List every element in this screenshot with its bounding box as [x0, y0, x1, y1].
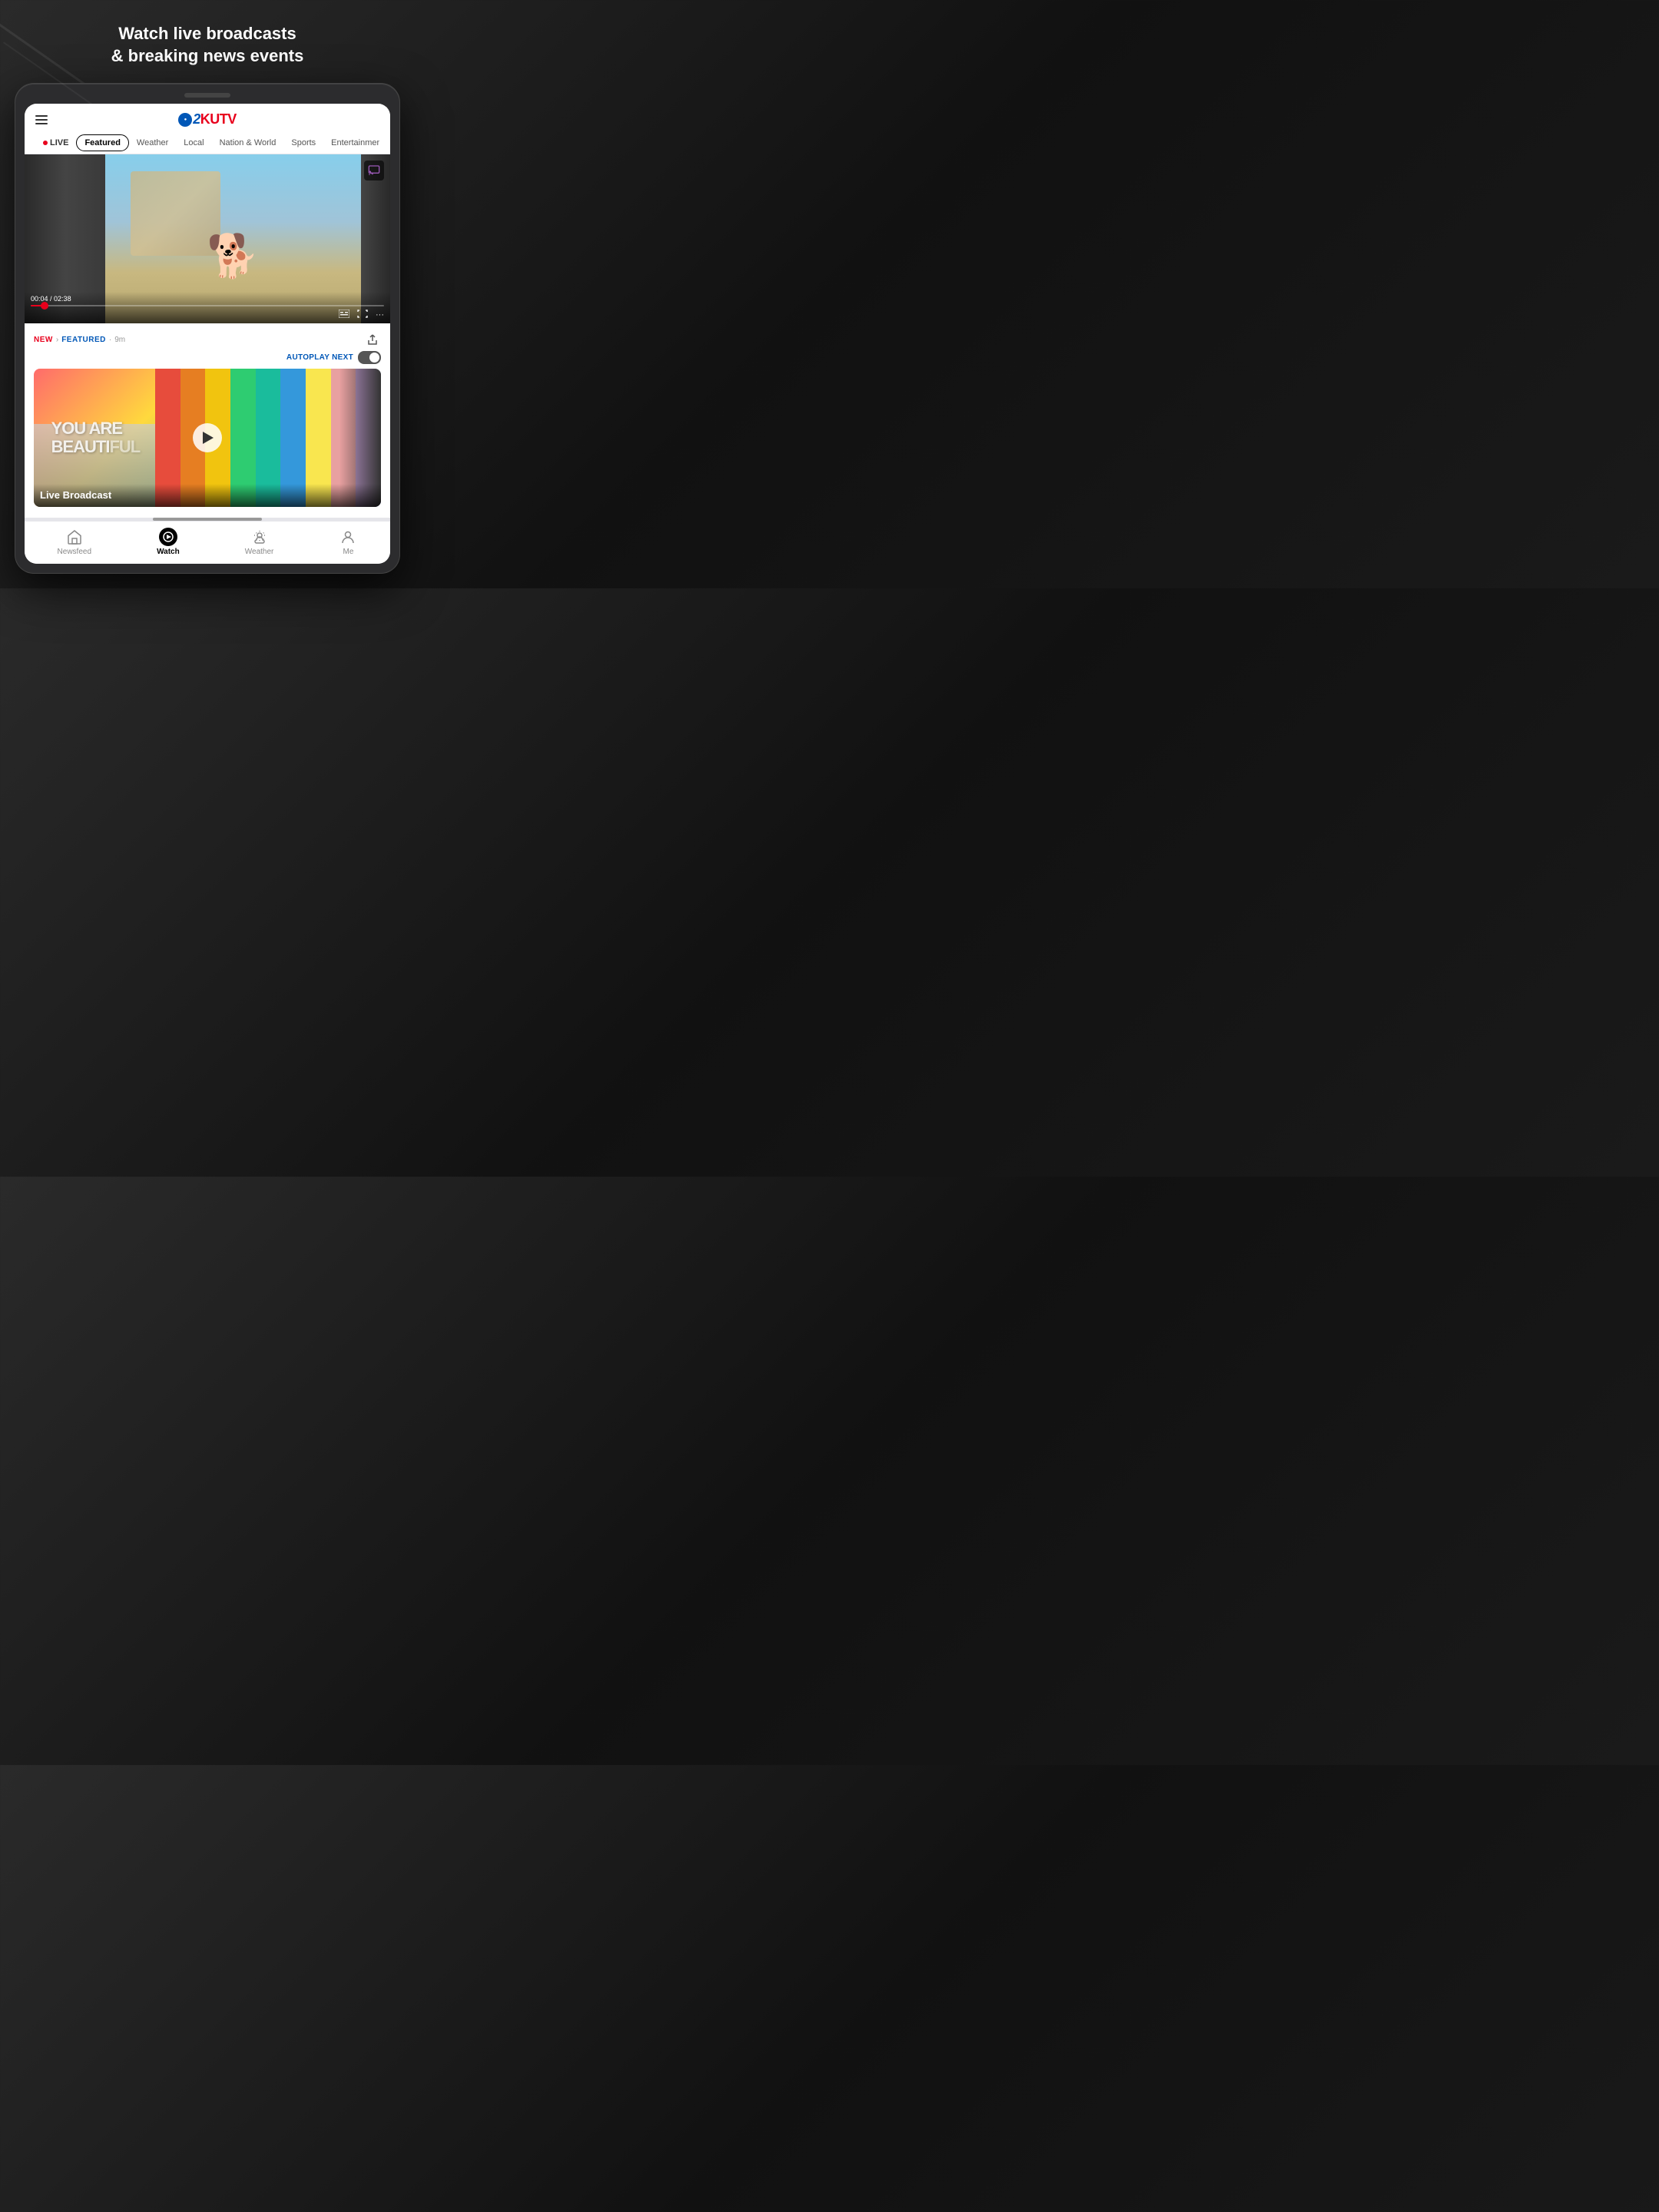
nav-tabs: LIVE Featured Weather Local Nation & Wor…	[35, 134, 379, 154]
tab-local[interactable]: Local	[176, 134, 211, 154]
tag-new: NEW	[34, 336, 53, 344]
autoplay-label: AUTOPLAY NEXT	[286, 353, 353, 362]
content-area: NEW › FEATURED · 9m AUTOPLAY NEXT	[25, 323, 390, 518]
article-time: 9m	[114, 336, 125, 344]
tablet-frame: 2 KUTV LIVE Featured Weather Local	[15, 84, 399, 573]
tab-live[interactable]: LIVE	[35, 134, 76, 154]
share-button[interactable]	[364, 331, 381, 348]
tablet-notch	[184, 93, 230, 98]
mural-text: YOU AREBEAUTIFUL	[51, 419, 141, 456]
nav-item-me[interactable]: Me	[328, 528, 368, 556]
autoplay-toggle[interactable]	[358, 351, 381, 364]
dog-silhouette: 🐕	[207, 231, 259, 281]
nav-item-watch[interactable]: Watch	[146, 528, 190, 556]
video-time: 00:04 / 02:38	[31, 295, 384, 303]
me-icon	[339, 528, 357, 546]
live-dot	[43, 141, 48, 145]
play-icon	[203, 432, 214, 444]
app-logo: 2 KUTV	[178, 111, 237, 127]
nav-item-newsfeed[interactable]: Newsfeed	[47, 528, 102, 556]
bottom-nav: Newsfeed Watch	[25, 521, 390, 564]
tag-separator: ·	[109, 336, 111, 344]
nav-label-weather: Weather	[245, 548, 274, 556]
cast-icon	[364, 161, 384, 180]
subtitles-button[interactable]	[339, 310, 349, 320]
home-icon	[65, 528, 84, 546]
logo-circle	[178, 113, 192, 127]
video-player[interactable]: 🐕 00:04 / 02:38	[25, 154, 390, 323]
watch-icon-circle	[159, 528, 177, 546]
watch-icon	[159, 528, 177, 546]
nav-label-watch: Watch	[157, 548, 180, 556]
logo-name: KUTV	[200, 111, 237, 127]
tab-weather[interactable]: Weather	[129, 134, 176, 154]
more-options-button[interactable]: ···	[376, 310, 384, 320]
app-header: 2 KUTV LIVE Featured Weather Local	[25, 104, 390, 154]
cast-button[interactable]	[364, 161, 384, 180]
hamburger-menu[interactable]	[35, 115, 48, 124]
video-controls: 00:04 / 02:38	[25, 292, 390, 323]
tag-arrow: ›	[56, 336, 58, 344]
app-container: 2 KUTV LIVE Featured Weather Local	[25, 104, 390, 564]
autoplay-row: AUTOPLAY NEXT	[34, 351, 381, 364]
play-button[interactable]	[193, 423, 222, 452]
nav-label-newsfeed: Newsfeed	[58, 548, 91, 556]
tab-entertainment[interactable]: Entertainment	[323, 134, 379, 154]
meta-row: NEW › FEATURED · 9m	[34, 331, 381, 348]
video-progress-bar[interactable]	[31, 305, 384, 306]
logo-channel-text: 2	[193, 111, 200, 127]
tab-nation-world[interactable]: Nation & World	[212, 134, 284, 154]
tab-sports[interactable]: Sports	[283, 134, 323, 154]
card-title: Live Broadcast	[40, 489, 111, 501]
meta-tags: NEW › FEATURED · 9m	[34, 336, 125, 344]
header-top: 2 KUTV	[35, 111, 379, 127]
tag-featured: FEATURED	[61, 336, 106, 344]
scroll-bar	[153, 518, 263, 521]
video-card[interactable]: YOU AREBEAUTIFUL Live Broadcast	[34, 369, 381, 507]
card-caption: Live Broadcast	[34, 484, 381, 507]
toggle-knob	[369, 353, 379, 363]
video-progress-dot	[41, 302, 48, 310]
page-headline: Watch live broadcasts & breaking news ev…	[111, 23, 304, 67]
nav-label-me: Me	[343, 548, 354, 556]
video-control-buttons: ···	[31, 310, 384, 320]
fullscreen-button[interactable]	[357, 310, 368, 320]
card-thumbnail: YOU AREBEAUTIFUL Live Broadcast	[34, 369, 381, 507]
nav-item-weather[interactable]: Weather	[234, 528, 285, 556]
tab-featured[interactable]: Featured	[76, 134, 128, 151]
weather-icon	[250, 528, 269, 546]
